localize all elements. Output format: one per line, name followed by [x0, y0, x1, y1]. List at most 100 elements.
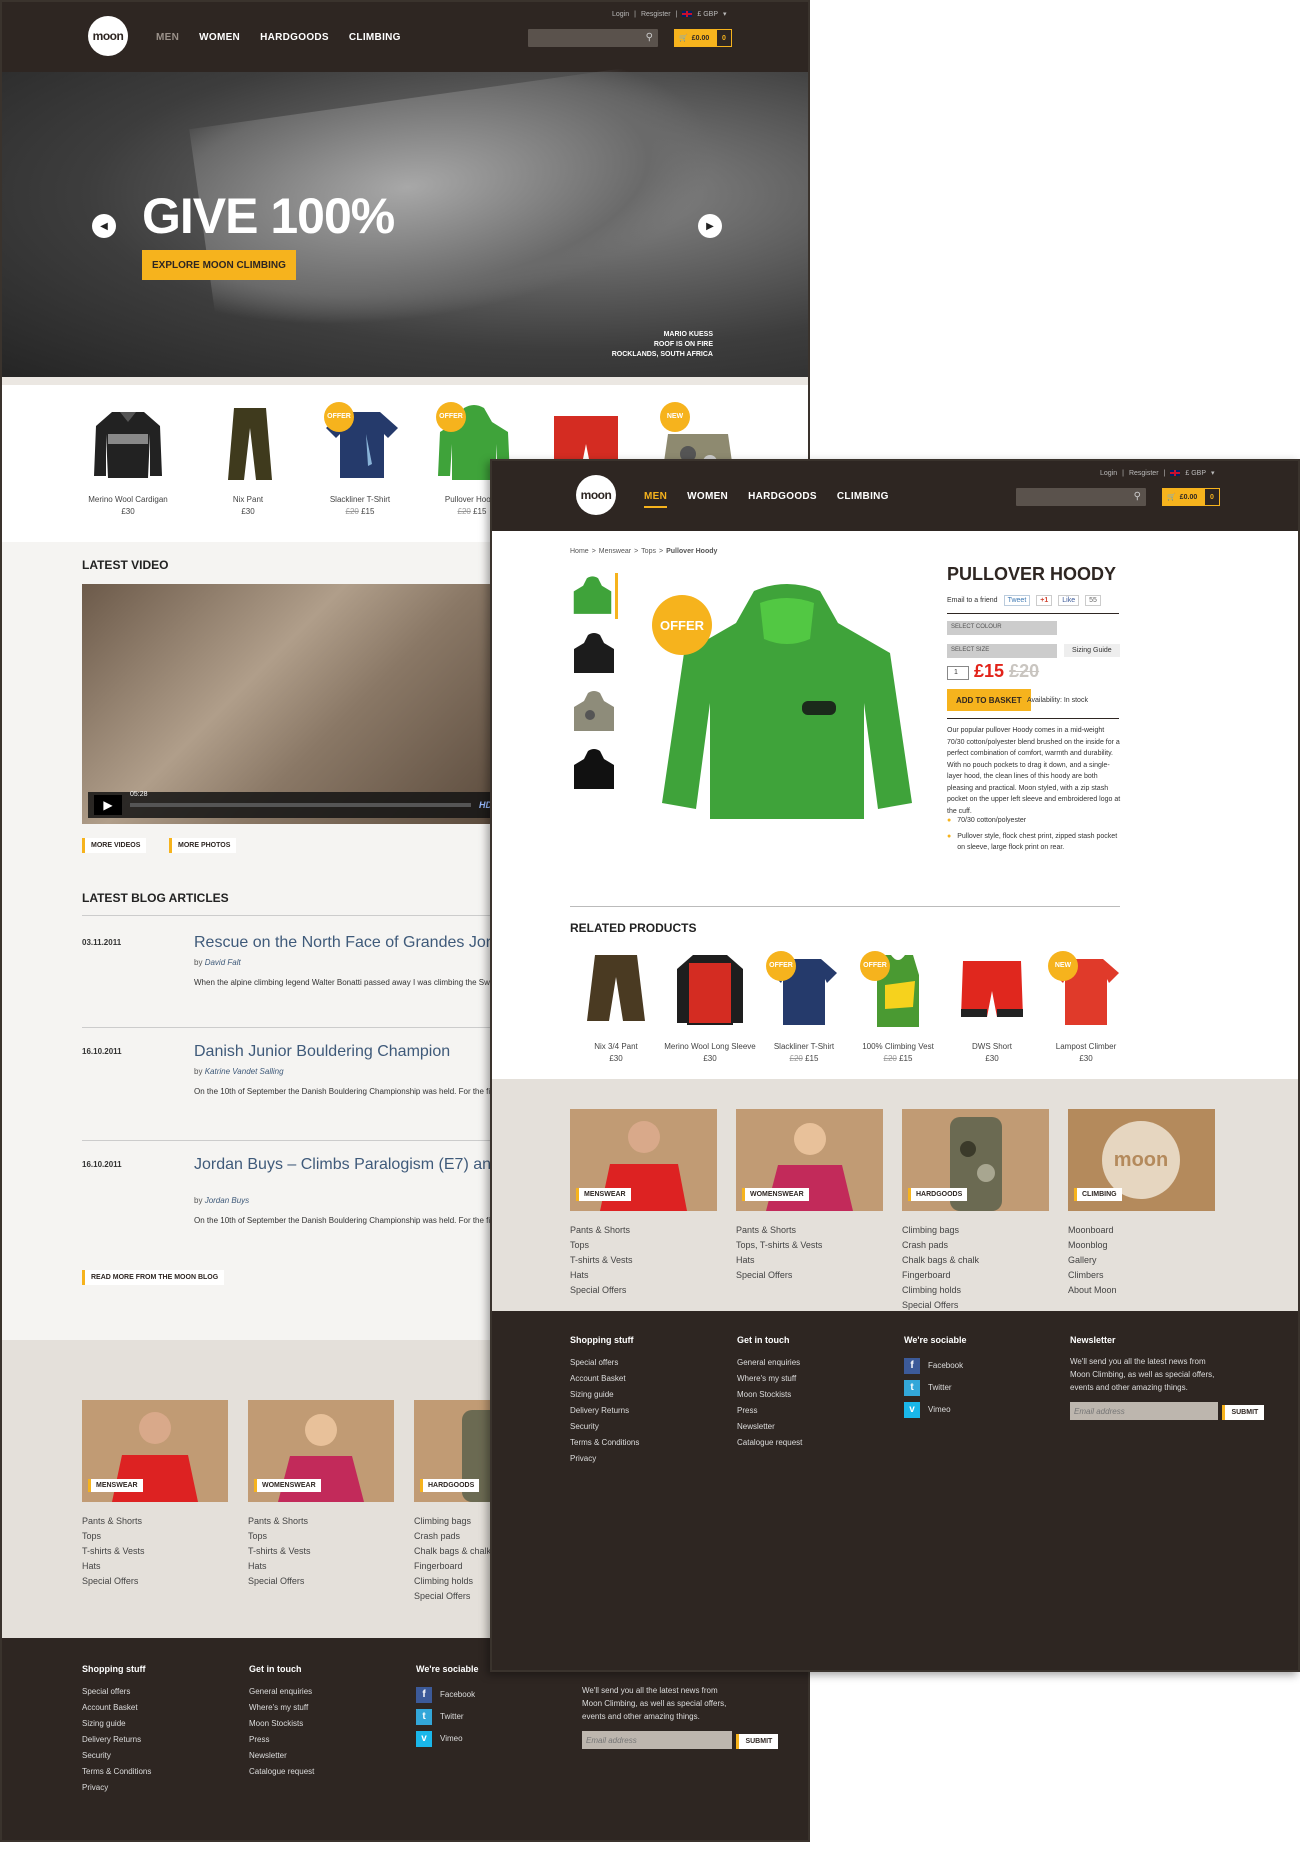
category-link[interactable]: T-shirts & Vests: [570, 1253, 717, 1268]
moon-logo[interactable]: moon: [576, 475, 616, 515]
sizing-guide-link[interactable]: Sizing Guide: [1064, 644, 1120, 657]
thumbnail-back[interactable]: [570, 747, 618, 793]
footer-link[interactable]: Privacy: [82, 1780, 151, 1796]
category-womenswear[interactable]: WOMENSWEAR Pants & Shorts Tops, T-shirts…: [736, 1109, 883, 1313]
explore-button[interactable]: EXPLORE MOON CLIMBING: [142, 250, 296, 280]
cart-button[interactable]: 🛒 £0.00 0: [674, 29, 732, 47]
product-card[interactable]: Nix Pant £30: [210, 404, 286, 518]
category-link[interactable]: Pants & Shorts: [570, 1223, 717, 1238]
category-link[interactable]: Hats: [570, 1268, 717, 1283]
search-input[interactable]: ⚲: [1016, 488, 1146, 506]
footer-link[interactable]: General enquiries: [737, 1355, 802, 1371]
category-link[interactable]: About Moon: [1068, 1283, 1215, 1298]
category-link[interactable]: Pants & Shorts: [248, 1514, 394, 1529]
category-link[interactable]: Pants & Shorts: [736, 1223, 883, 1238]
footer-link[interactable]: Sizing guide: [570, 1387, 639, 1403]
email-friend-link[interactable]: Email to a friend: [947, 597, 998, 604]
facebook-link[interactable]: f Facebook: [904, 1355, 967, 1377]
colour-select[interactable]: SELECT COLOUR: [947, 621, 1057, 635]
email-field[interactable]: [582, 1731, 732, 1749]
thumbnail-green[interactable]: [570, 573, 618, 619]
like-button[interactable]: Like: [1058, 595, 1080, 606]
footer-link[interactable]: Catalogue request: [737, 1435, 802, 1451]
login-link[interactable]: Login: [612, 11, 629, 18]
footer-link[interactable]: Account Basket: [82, 1700, 151, 1716]
video-player[interactable]: ▶ 05:28 HD: [82, 584, 502, 824]
footer-link[interactable]: Where's my stuff: [737, 1371, 802, 1387]
read-more-blog-button[interactable]: READ MORE FROM THE MOON BLOG: [82, 1270, 225, 1285]
footer-link[interactable]: Press: [249, 1732, 314, 1748]
product-card[interactable]: NEW Lampost Climber £30: [1040, 951, 1132, 1065]
category-link[interactable]: Tops: [82, 1529, 228, 1544]
next-arrow-icon[interactable]: ▶: [698, 214, 722, 238]
category-link[interactable]: Pants & Shorts: [82, 1514, 228, 1529]
submit-button[interactable]: SUBMIT: [736, 1733, 779, 1749]
footer-link[interactable]: General enquiries: [249, 1684, 314, 1700]
nav-men[interactable]: MEN: [644, 491, 668, 508]
category-link[interactable]: Special Offers: [736, 1268, 883, 1283]
product-card[interactable]: DWS Short £30: [946, 951, 1038, 1065]
category-hardgoods[interactable]: HARDGOODS Climbing bags Crash pads Chalk…: [902, 1109, 1049, 1313]
category-link[interactable]: T-shirts & Vests: [248, 1544, 394, 1559]
twitter-link[interactable]: t Twitter: [416, 1706, 479, 1728]
breadcrumb-link[interactable]: Menswear: [599, 548, 631, 555]
category-link[interactable]: Special Offers: [82, 1574, 228, 1589]
nav-women[interactable]: WOMEN: [687, 491, 728, 508]
more-photos-button[interactable]: MORE PHOTOS: [169, 838, 237, 853]
category-link[interactable]: Gallery: [1068, 1253, 1215, 1268]
size-select[interactable]: SELECT SIZE: [947, 644, 1057, 658]
footer-link[interactable]: Press: [737, 1403, 802, 1419]
category-link[interactable]: Special Offers: [570, 1283, 717, 1298]
category-link[interactable]: Tops: [248, 1529, 394, 1544]
category-menswear[interactable]: MENSWEAR Pants & Shorts Tops T-shirts & …: [82, 1400, 228, 1604]
nav-climbing[interactable]: CLIMBING: [349, 32, 401, 43]
footer-link[interactable]: Delivery Returns: [570, 1403, 639, 1419]
moon-logo[interactable]: moon: [88, 16, 128, 56]
category-link[interactable]: Moonblog: [1068, 1238, 1215, 1253]
footer-link[interactable]: Terms & Conditions: [82, 1764, 151, 1780]
product-card[interactable]: Merino Wool Long Sleeve £30: [664, 951, 756, 1065]
category-link[interactable]: Special Offers: [248, 1574, 394, 1589]
product-card[interactable]: OFFER Slackliner T-Shirt £20 £15: [322, 402, 398, 518]
register-link[interactable]: Resgister: [641, 11, 671, 18]
nav-hardgoods[interactable]: HARDGOODS: [748, 491, 817, 508]
submit-button[interactable]: SUBMIT: [1222, 1404, 1265, 1420]
category-link[interactable]: Moonboard: [1068, 1223, 1215, 1238]
currency-select[interactable]: £ GBP: [697, 11, 718, 18]
footer-link[interactable]: Newsletter: [249, 1748, 314, 1764]
category-menswear[interactable]: MENSWEAR Pants & Shorts Tops T-shirts & …: [570, 1109, 717, 1313]
product-card[interactable]: OFFER Slackliner T-Shirt £20 £15: [758, 951, 850, 1065]
nav-hardgoods[interactable]: HARDGOODS: [260, 32, 329, 43]
category-link[interactable]: Fingerboard: [902, 1268, 1049, 1283]
footer-link[interactable]: Catalogue request: [249, 1764, 314, 1780]
category-link[interactable]: T-shirts & Vests: [82, 1544, 228, 1559]
facebook-link[interactable]: f Facebook: [416, 1684, 479, 1706]
breadcrumb-link[interactable]: Home: [570, 548, 589, 555]
author-link[interactable]: Jordan Buys: [205, 1196, 249, 1205]
footer-link[interactable]: Moon Stockists: [737, 1387, 802, 1403]
nav-men[interactable]: MEN: [156, 32, 179, 43]
footer-link[interactable]: Special offers: [82, 1684, 151, 1700]
register-link[interactable]: Resgister: [1129, 470, 1159, 477]
progress-bar[interactable]: 05:28: [130, 791, 471, 807]
footer-link[interactable]: Delivery Returns: [82, 1732, 151, 1748]
author-link[interactable]: David Falt: [205, 958, 241, 967]
category-link[interactable]: Hats: [248, 1559, 394, 1574]
category-climbing[interactable]: moon CLIMBING Moonboard Moonblog Gallery …: [1068, 1109, 1215, 1313]
twitter-link[interactable]: t Twitter: [904, 1377, 967, 1399]
search-input[interactable]: ⚲: [528, 29, 658, 47]
footer-link[interactable]: Security: [82, 1748, 151, 1764]
thumbnail-black[interactable]: [570, 631, 618, 677]
product-card[interactable]: OFFER 100% Climbing Vest £20 £15: [852, 951, 944, 1065]
category-link[interactable]: Climbers: [1068, 1268, 1215, 1283]
currency-select[interactable]: £ GBP: [1185, 470, 1206, 477]
category-link[interactable]: Chalk bags & chalk: [902, 1253, 1049, 1268]
category-link[interactable]: Hats: [736, 1253, 883, 1268]
nav-women[interactable]: WOMEN: [199, 32, 240, 43]
category-link[interactable]: Climbing holds: [902, 1283, 1049, 1298]
play-icon[interactable]: ▶: [94, 795, 122, 815]
thumbnail-camo[interactable]: [570, 689, 618, 735]
email-field[interactable]: [1070, 1402, 1218, 1420]
footer-link[interactable]: Moon Stockists: [249, 1716, 314, 1732]
category-link[interactable]: Climbing bags: [902, 1223, 1049, 1238]
